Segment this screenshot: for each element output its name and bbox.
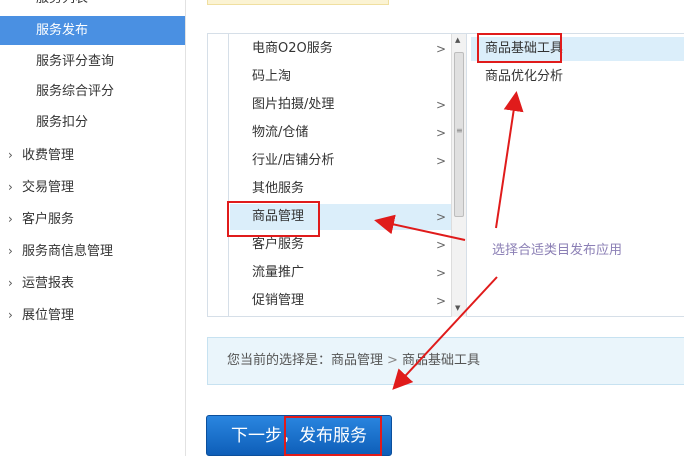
arrow-to-tool [495, 91, 524, 229]
annotation-arrows [374, 91, 524, 390]
arrow-to-button [392, 276, 498, 390]
arrow-to-category [374, 214, 466, 241]
